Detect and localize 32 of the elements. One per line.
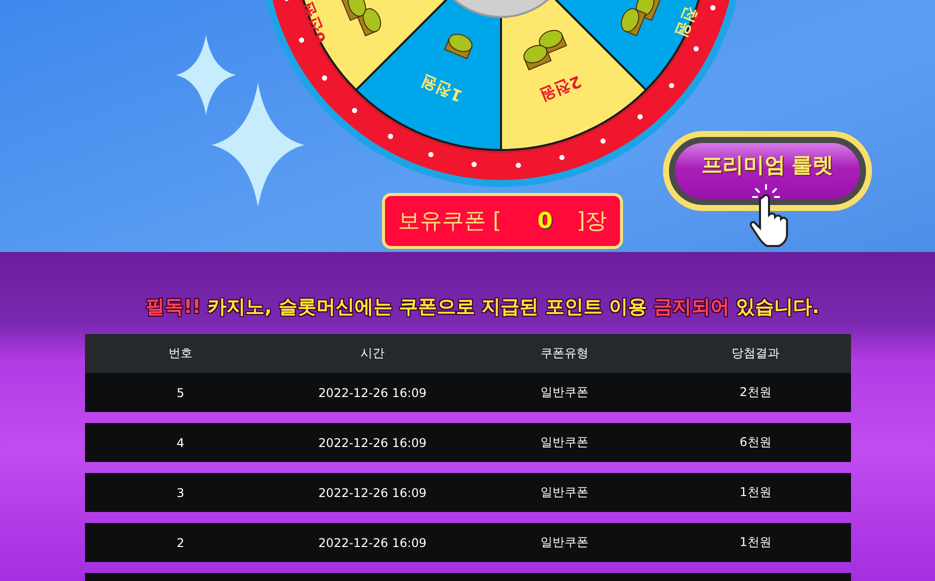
coin-stack-icon [620, 0, 662, 36]
coin-stack-icon [340, 0, 382, 36]
coupon-count: 0 [536, 208, 554, 234]
table-cell-text: 1천원 [738, 534, 772, 551]
table-cell-text: 일반쿠폰 [540, 434, 590, 451]
table-cell-text: 1천원 [738, 484, 772, 501]
table-cell-text: 일반쿠폰 [540, 384, 590, 401]
table-cell-text: 2022-12-26 16:09 [317, 436, 428, 450]
column-header: 번호 [168, 345, 194, 362]
wheel-prize-label: 천원 [672, 4, 702, 41]
column-header: 쿠폰유형 [540, 345, 590, 362]
table-cell-text: 2022-12-26 16:09 [317, 386, 428, 400]
coin-stack-icon [444, 34, 472, 60]
coupon-label: 보유쿠폰 [ [398, 208, 502, 236]
notice-text: 필독!! 카지노, 슬롯머신에는 쿠폰으로 지급된 포인트 이용 금지되어 있습니다. [146, 295, 820, 320]
column-header: 시간 [360, 345, 386, 362]
coin-stack-icon [523, 30, 568, 70]
coupon-unit: ]장 [576, 208, 608, 236]
table-cell-text: 일반쿠폰 [540, 534, 590, 551]
table-cell-text: 2022-12-26 16:09 [317, 536, 428, 550]
table-cell-text: 6천원 [738, 434, 772, 451]
table-cell-text: 4 [176, 436, 186, 450]
table-cell-text: 3 [176, 486, 186, 500]
table-cell-text: 2천원 [738, 384, 772, 401]
wheel-prize-label: 2천원 [536, 72, 584, 106]
table-cell-text: 2 [176, 536, 186, 550]
column-header: 당첨결과 [730, 345, 780, 362]
table-cell-text: 5 [176, 386, 186, 400]
table-cell-text: 2022-12-26 16:09 [317, 486, 428, 500]
table-cell-text: 일반쿠폰 [540, 484, 590, 501]
wheel-prize-label: 6천원 [296, 0, 330, 46]
premium-roulette-button[interactable]: 프리미엄 룰렛 [663, 131, 872, 211]
